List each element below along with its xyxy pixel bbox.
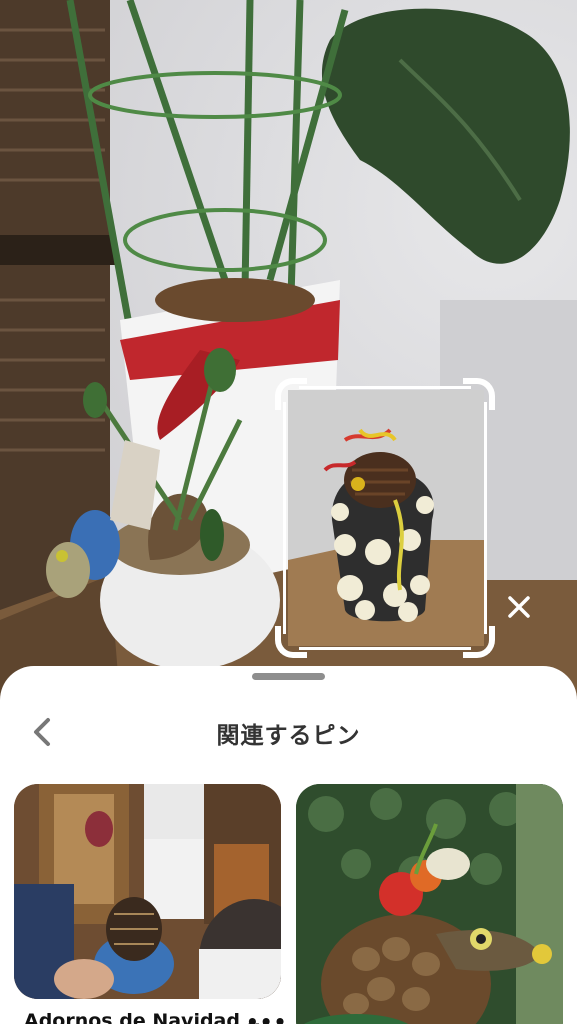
pin-caption[interactable]: Adornos de Navidad ... xyxy=(24,1010,268,1024)
sheet-drag-handle[interactable] xyxy=(252,673,325,680)
source-photo xyxy=(0,0,577,700)
crop-edge-top[interactable] xyxy=(299,386,471,389)
crop-edge-left[interactable] xyxy=(283,402,286,634)
pin-card[interactable] xyxy=(14,784,281,999)
crop-edge-right[interactable] xyxy=(484,402,487,634)
pin-image xyxy=(296,784,563,1024)
close-button[interactable] xyxy=(506,594,540,628)
crop-handle-top-left[interactable] xyxy=(275,378,307,410)
crop-handle-bottom-left[interactable] xyxy=(275,626,307,658)
crop-handle-bottom-right[interactable] xyxy=(463,626,495,658)
pin-card[interactable] xyxy=(296,784,563,1024)
crop-edge-bottom[interactable] xyxy=(299,647,471,650)
more-options-icon[interactable]: ••• xyxy=(246,1010,287,1024)
close-icon xyxy=(508,596,530,618)
sheet-title: 関連するピン xyxy=(216,723,361,749)
crop-handle-top-right[interactable] xyxy=(463,378,495,410)
visual-search-crop-frame[interactable] xyxy=(275,378,495,658)
related-pins-sheet: 関連するピン Adornos de Navidad ... ••• xyxy=(0,666,577,1024)
pin-image xyxy=(14,784,281,999)
